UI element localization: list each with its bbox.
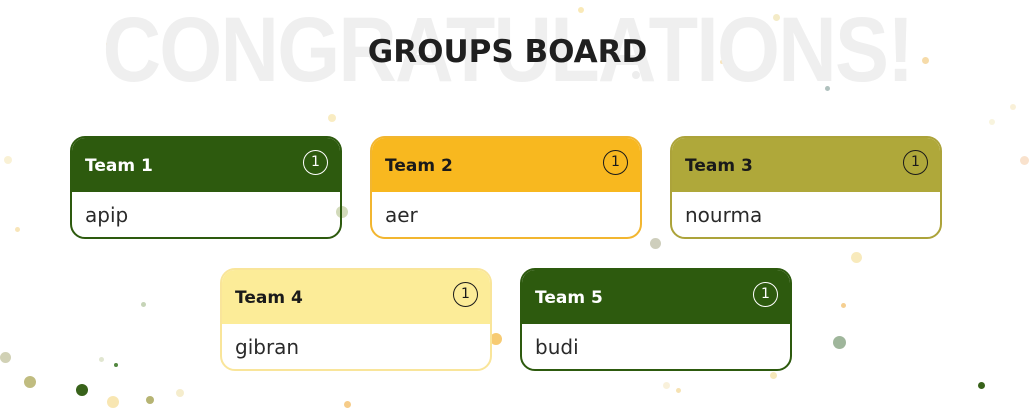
confetti-dot xyxy=(4,156,12,164)
confetti-dot xyxy=(676,388,681,393)
team-name: Team 4 xyxy=(235,288,303,308)
team-name: Team 5 xyxy=(535,288,603,308)
member-count-badge: 1 xyxy=(603,150,628,175)
confetti-dot xyxy=(24,376,36,388)
confetti-dot xyxy=(0,352,11,363)
team-name: Team 2 xyxy=(385,156,453,176)
team-header: Team 2 1 xyxy=(372,138,640,192)
confetti-dot xyxy=(978,382,985,389)
confetti-dot xyxy=(141,302,146,307)
confetti-dot xyxy=(107,396,119,408)
confetti-dot xyxy=(344,401,351,408)
team-card-4[interactable]: Team 4 1 gibran xyxy=(220,268,492,371)
confetti-dot xyxy=(833,336,846,349)
confetti-dot xyxy=(650,238,661,249)
team-card-3[interactable]: Team 3 1 nourma xyxy=(670,136,942,239)
team-header: Team 3 1 xyxy=(672,138,940,192)
confetti-dot xyxy=(663,382,670,389)
confetti-dot xyxy=(114,363,118,367)
confetti-dot xyxy=(99,357,104,362)
team-card-1[interactable]: Team 1 1 apip xyxy=(70,136,342,239)
page-title: GROUPS BOARD xyxy=(367,34,648,70)
member-name: budi xyxy=(535,335,579,359)
confetti-dot xyxy=(146,396,154,404)
confetti-dot xyxy=(989,119,995,125)
member-name: aer xyxy=(385,203,418,227)
confetti-dot xyxy=(328,114,336,122)
member-count-badge: 1 xyxy=(903,150,928,175)
confetti-dot xyxy=(851,252,862,263)
member-name: gibran xyxy=(235,335,300,359)
confetti-dot xyxy=(76,384,88,396)
member-name: apip xyxy=(85,203,129,227)
confetti-dot xyxy=(1010,104,1016,110)
confetti-dot xyxy=(1020,156,1029,165)
team-header: Team 1 1 xyxy=(72,138,340,192)
member-count-badge: 1 xyxy=(303,150,328,175)
member-count-badge: 1 xyxy=(453,282,478,307)
team-header: Team 4 1 xyxy=(222,270,490,324)
team-name: Team 1 xyxy=(85,156,153,176)
member-count-badge: 1 xyxy=(753,282,778,307)
team-card-5[interactable]: Team 5 1 budi xyxy=(520,268,792,371)
confetti-dot xyxy=(176,389,184,397)
member-name: nourma xyxy=(685,203,763,227)
confetti-dot xyxy=(15,227,20,232)
confetti-dot xyxy=(770,372,777,379)
team-header: Team 5 1 xyxy=(522,270,790,324)
team-name: Team 3 xyxy=(685,156,753,176)
team-card-2[interactable]: Team 2 1 aer xyxy=(370,136,642,239)
confetti-dot xyxy=(841,303,846,308)
